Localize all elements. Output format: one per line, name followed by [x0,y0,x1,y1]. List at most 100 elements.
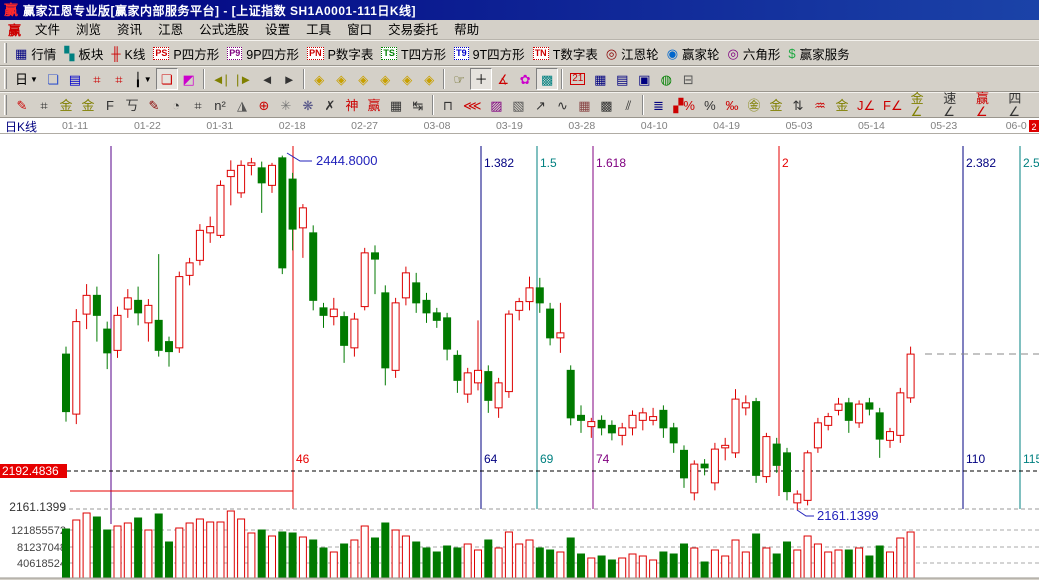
gann-wheel-button[interactable]: ◎江恩轮 [602,42,663,64]
first-page-button[interactable]: ◄| [208,68,232,90]
zigzag-button[interactable]: ∿ [551,94,573,116]
last-page-button[interactable]: |► [232,68,256,90]
t9-square-button[interactable]: T99T四方形 [450,42,529,64]
pencil-tool-button[interactable]: ✎ [11,94,33,116]
menu-item-3[interactable]: 江恩 [150,23,191,37]
calculator-button[interactable]: ▦ [589,68,611,90]
star-grid-button[interactable]: ✳ [275,94,297,116]
s-ruler-button[interactable]: 丂 [121,94,143,116]
frame-tool-button[interactable]: ⊓ [437,94,459,116]
gold-ruler2-button[interactable]: 金 [77,94,99,116]
t-square-button[interactable]: TST四方形 [377,42,450,64]
f-angle-button[interactable]: F∠ [879,94,907,116]
calendar-button[interactable]: 21 [566,68,589,90]
kline-button[interactable]: ╫K线 [107,42,149,64]
menu-item-6[interactable]: 工具 [298,23,339,37]
period-day-button-dropdown-icon[interactable]: ▼ [30,75,38,84]
zoom-right-diamond-button[interactable]: ◈ [330,68,352,90]
menu-item-9[interactable]: 帮助 [446,23,487,37]
brush-tool-button[interactable]: ✎ [143,94,165,116]
toolbar-grip[interactable] [4,69,7,89]
menu-item-1[interactable]: 浏览 [68,23,109,37]
percent-line-button[interactable]: ‰ [721,94,743,116]
menu-item-8[interactable]: 交易委托 [380,23,446,37]
ying-ruler-button[interactable]: 赢 [363,94,385,116]
lattice2-button[interactable]: ▩ [595,94,617,116]
parallel-button[interactable]: ⫽ [617,94,639,116]
compass-tool-button[interactable]: ◔ [165,94,187,116]
zoom-left-diamond-button[interactable]: ◈ [308,68,330,90]
toolbar-grip[interactable] [4,95,7,115]
brain-tool-button[interactable]: ▩ [536,68,558,90]
prev-button[interactable]: ◄ [256,68,278,90]
ying-angle-button[interactable]: 赢∠ [972,94,1005,116]
angle-measure-button[interactable]: ∡ [492,68,514,90]
shade-grid-button[interactable]: ▧ [507,94,529,116]
kline-chart[interactable]: 日K线01-1101-2201-3102-1802-2703-0803-1903… [0,119,1039,580]
n2-ruler-button[interactable]: n² [209,94,231,116]
speed-angle-button[interactable]: 速∠ [939,94,972,116]
menu-item-2[interactable]: 资讯 [109,23,150,37]
span-arrow-button[interactable]: ↹ [407,94,429,116]
ma9-button[interactable]: ⌗ [108,68,130,90]
fan-lines-button[interactable]: ⋘ [459,94,485,116]
period-day-button[interactable]: 日▼ [11,68,42,90]
toolbar-grip[interactable] [4,43,7,63]
pattern-red-button[interactable]: ❏ [156,68,178,90]
tick-ruler-button[interactable]: ⌗ [187,94,209,116]
percent-zone-button[interactable]: ▞% [669,94,699,116]
gold-line-button[interactable]: 金 [765,94,787,116]
ruler-tool-button[interactable]: ⌗ [33,94,55,116]
p-square-button[interactable]: PSP四方形 [149,42,223,64]
f-ruler-button[interactable]: F [99,94,121,116]
menu-item-5[interactable]: 设置 [257,23,298,37]
overlay-button[interactable]: ❏ [42,68,64,90]
winner-service-button[interactable]: $赢家服务 [784,42,853,64]
flower-tool-button[interactable]: ✿ [514,68,536,90]
candle-style-button-dropdown-icon[interactable]: ▼ [144,75,152,84]
flag-chart-button[interactable]: ◩ [178,68,200,90]
gold-ruler1-button[interactable]: 金 [55,94,77,116]
quotes-button[interactable]: ▦行情 [11,42,60,64]
candle-style-button[interactable]: ╽▼ [130,68,156,90]
winner-wheel-button[interactable]: ◉赢家轮 [663,42,724,64]
info-button[interactable]: ▤ [64,68,86,90]
scale-list-button[interactable]: ≣ [647,94,669,116]
shen-ruler-button[interactable]: 神 [341,94,363,116]
print-button[interactable]: ⊟ [677,68,699,90]
p9-square-button[interactable]: P99P四方形 [223,42,303,64]
j-angle-button[interactable]: J∠ [853,94,879,116]
menu-item-4[interactable]: 公式选股 [191,23,257,37]
gold-circle-button[interactable]: ㊎ [743,94,765,116]
hexagon-button[interactable]: ◎六角形 [724,42,785,64]
flag-pen-button[interactable]: ⇅ [787,94,809,116]
percent-button[interactable]: % [699,94,721,116]
t-number-button[interactable]: TNT数字表 [529,42,602,64]
gold-angle-button[interactable]: 金∠ [907,94,940,116]
zoom-in-diamond-button[interactable]: ◈ [374,68,396,90]
sectors-button[interactable]: ▚板块 [60,42,107,64]
four-angle-button[interactable]: 四∠ [1004,94,1037,116]
notebook-button[interactable]: ▤ [611,68,633,90]
quote-mark-button[interactable]: ✗ [319,94,341,116]
menu-item-0[interactable]: 文件 [27,23,68,37]
pan-hand-button[interactable]: ☞ [448,68,470,90]
fan-grid-button[interactable]: ▨ [485,94,507,116]
menu-item-7[interactable]: 窗口 [339,23,380,37]
ma3-button[interactable]: ⌗ [86,68,108,90]
zoom-h-diamond-button[interactable]: ◈ [352,68,374,90]
save-button[interactable]: ▣ [633,68,655,90]
gold-bar-button[interactable]: 金 [831,94,853,116]
web-grid-button[interactable]: ❋ [297,94,319,116]
lattice-button[interactable]: ▦ [573,94,595,116]
wave-gold-button[interactable]: ♒ [809,94,831,116]
target-tool-button[interactable]: ⊕ [253,94,275,116]
export-button[interactable]: ◍ [655,68,677,90]
angle-tool-button[interactable]: ◮ [231,94,253,116]
zoom-all-diamond-button[interactable]: ◈ [418,68,440,90]
grid123-button[interactable]: ▦ [385,94,407,116]
crosshair-button[interactable]: ＋ [470,68,492,90]
trend-arrow-button[interactable]: ↗ [529,94,551,116]
next-button[interactable]: ► [278,68,300,90]
zoom-out-diamond-button[interactable]: ◈ [396,68,418,90]
